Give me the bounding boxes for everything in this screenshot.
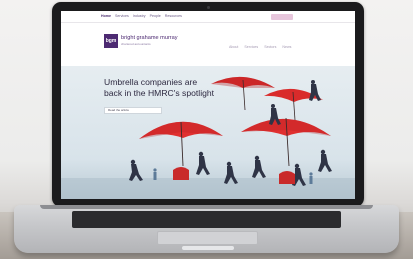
lid-notch [182,246,234,250]
top-nav-item[interactable]: Services [115,14,129,19]
touchpad [157,231,258,245]
main-nav-item[interactable]: Services [244,45,258,49]
brand-header: bgm bright grahame murray chartered acco… [61,24,355,66]
top-cta-button[interactable] [271,14,293,20]
site-top-nav: Home Services Industry People Resources [61,11,355,23]
hero-banner: Umbrella companies are back in the HMRC'… [61,66,355,199]
laptop-lid: Home Services Industry People Resources … [52,2,364,207]
headline-line: back in the HMRC's spotlight [104,87,215,98]
main-nav: About Services Sectors News [229,45,291,49]
brand-tagline: chartered accountants [121,42,151,46]
top-nav-item[interactable]: Industry [133,14,146,19]
read-article-button[interactable]: Read the article [104,107,162,114]
headline-line: Umbrella companies are [104,77,198,87]
main-nav-item[interactable]: Sectors [264,45,276,49]
main-nav-item[interactable]: News [282,45,291,49]
top-nav-item[interactable]: People [150,14,161,19]
umbrella-icon [139,121,223,167]
laptop-hinge [40,205,373,209]
top-nav-item[interactable]: Home [101,14,111,19]
laptop-screen: Home Services Industry People Resources … [61,11,355,199]
logo-mark[interactable]: bgm [104,34,118,48]
webcam-icon [207,6,210,9]
umbrella-icon [241,117,331,167]
keyboard [72,211,341,228]
hero-headline: Umbrella companies are back in the HMRC'… [104,77,244,98]
brand-name: bright grahame murray [121,35,178,41]
main-nav-item[interactable]: About [229,45,238,49]
top-nav-item[interactable]: Resources [165,14,182,19]
